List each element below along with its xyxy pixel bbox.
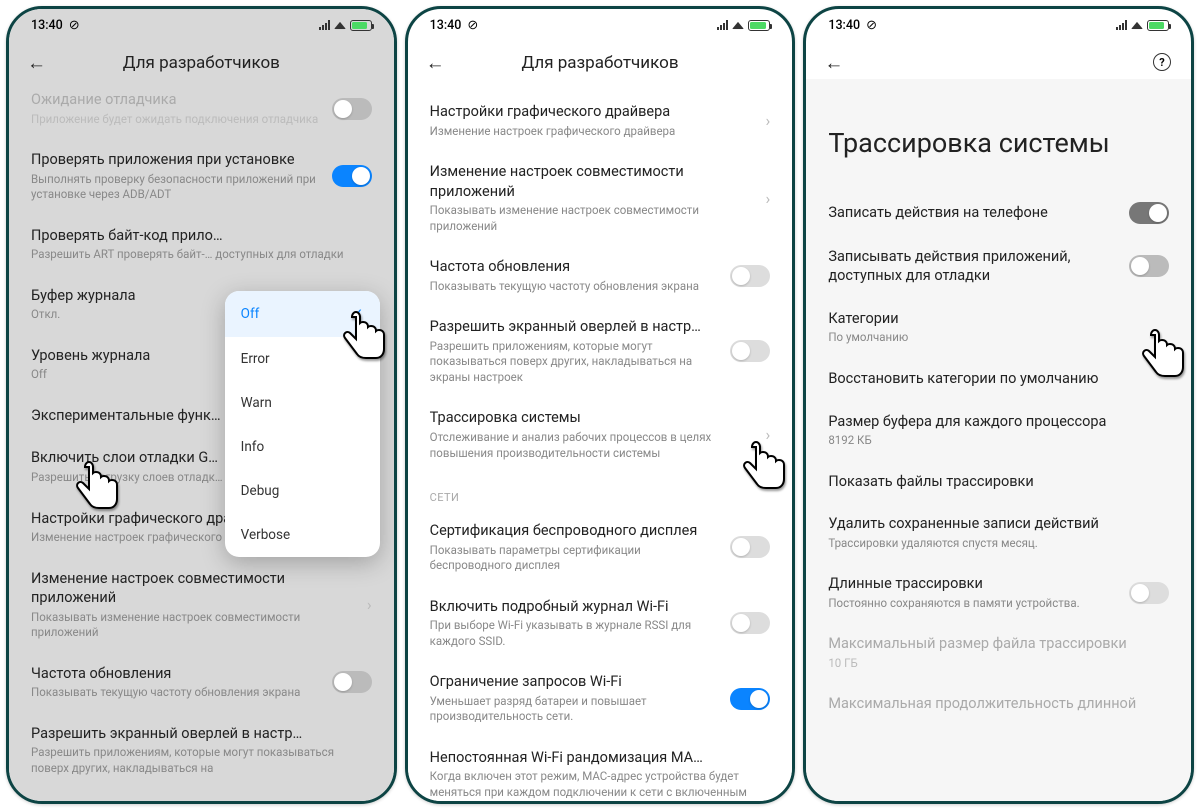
list-item[interactable]: Ожидание отладчика Приложение будет ожид… <box>9 91 394 139</box>
list-item[interactable]: Записывать действия приложений, доступны… <box>806 236 1191 298</box>
list-item[interactable]: Удалить сохраненные записи действий Трас… <box>806 503 1191 563</box>
header: ← Для разработчиков <box>9 41 394 91</box>
toggle[interactable] <box>332 165 372 187</box>
popup-option[interactable]: Warn <box>225 381 380 425</box>
list-item[interactable]: Ограничение запросов Wi-Fi Уменьшает раз… <box>408 661 793 737</box>
page-title: Трассировка системы <box>806 79 1191 191</box>
popup-option[interactable]: Verbose <box>225 513 380 557</box>
help-icon[interactable]: ? <box>1153 53 1171 71</box>
status-bar: 13:40 ⊘ <box>806 9 1191 41</box>
list-item[interactable]: Максимальный размер файла трассировки 10… <box>806 623 1191 683</box>
battery-icon <box>748 20 770 31</box>
list-item[interactable]: Показать файлы трассировки <box>806 461 1191 504</box>
list-item[interactable]: Разрешить экранный оверлей в настр… Разр… <box>408 306 793 397</box>
phone-2: 13:40 ⊘ ← Для разработчиков Настройки гр… <box>405 6 796 804</box>
list-item[interactable]: Категории По умолчанию <box>806 298 1191 358</box>
clock: 13:40 <box>828 18 860 33</box>
chevron-right-icon: › <box>766 425 771 444</box>
toggle[interactable] <box>1129 202 1169 224</box>
clock: 13:40 <box>31 18 63 33</box>
list-item[interactable]: Записать действия на телефоне <box>806 191 1191 236</box>
phone-1: 13:40 ⊘ ← Для разработчиков Ожидание отл… <box>6 6 397 804</box>
toggle[interactable] <box>730 536 770 558</box>
battery-icon <box>1147 20 1169 31</box>
wifi-icon <box>334 21 346 28</box>
section-label: СЕТИ <box>408 473 793 510</box>
signal-icon <box>319 20 330 30</box>
list-item[interactable]: Настройки графического драйвера Изменени… <box>408 91 793 151</box>
list-item[interactable]: Максимальная продолжительность длинной <box>806 683 1191 726</box>
clock: 13:40 <box>430 18 462 33</box>
phone-3: 13:40 ⊘ ← ? Трассировка системы Записать… <box>803 6 1194 804</box>
wifi-icon <box>1131 21 1143 28</box>
list-item-trace[interactable]: Трассировка системы Отслеживание и анали… <box>408 397 793 473</box>
chevron-right-icon: › <box>766 189 771 208</box>
toggle[interactable] <box>730 612 770 634</box>
popup-option[interactable]: Debug <box>225 469 380 513</box>
toggle[interactable] <box>332 98 372 120</box>
popup-option[interactable]: Info <box>225 425 380 469</box>
list-item[interactable]: Проверять приложения при установке Выпол… <box>9 139 394 215</box>
header: ← ? <box>806 41 1191 79</box>
list-item[interactable]: Частота обновления Показывать текущую ча… <box>408 246 793 306</box>
battery-icon <box>350 20 372 31</box>
signal-icon <box>717 20 728 30</box>
list-item[interactable]: Включить подробный журнал Wi-Fi При выбо… <box>408 586 793 662</box>
dnd-icon: ⊘ <box>866 18 877 33</box>
log-level-popup: Off ✓ Error Warn Info Debug Verbose <box>225 291 380 557</box>
header: ← Для разработчиков <box>408 41 793 91</box>
popup-option[interactable]: Error <box>225 337 380 381</box>
list-item[interactable]: Размер буфера для каждого процессора 819… <box>806 401 1191 461</box>
status-bar: 13:40 ⊘ <box>9 9 394 41</box>
header-title: Для разработчиков <box>462 53 739 73</box>
status-bar: 13:40 ⊘ <box>408 9 793 41</box>
signal-icon <box>1116 20 1127 30</box>
toggle[interactable] <box>730 688 770 710</box>
dnd-icon: ⊘ <box>69 18 80 33</box>
list-item[interactable]: Длинные трассировки Постоянно сохраняютс… <box>806 563 1191 623</box>
list-item[interactable]: Разрешить экранный оверлей в настр… Разр… <box>9 713 394 789</box>
back-button[interactable]: ← <box>426 51 448 75</box>
back-button[interactable]: ← <box>824 51 846 75</box>
back-button[interactable]: ← <box>27 51 49 75</box>
check-icon: ✓ <box>351 305 364 323</box>
list-item[interactable]: Частота обновления Показывать текущую ча… <box>9 653 394 713</box>
toggle[interactable] <box>730 265 770 287</box>
list-item[interactable]: Непостоянная Wi-Fi рандомизация MA… Когд… <box>408 737 793 801</box>
list-item[interactable]: Изменение настроек совместимости приложе… <box>408 151 793 246</box>
wifi-icon <box>732 21 744 28</box>
popup-option-off[interactable]: Off ✓ <box>225 291 380 337</box>
list-item[interactable]: Проверять байт-код прило… Разрешить ART … <box>9 215 394 275</box>
list-item[interactable]: Сертификация беспроводного дисплея Показ… <box>408 510 793 586</box>
toggle[interactable] <box>1129 255 1169 277</box>
list-item[interactable]: Изменение настроек совместимости приложе… <box>9 558 394 653</box>
chevron-right-icon: › <box>367 595 372 614</box>
list-item[interactable]: Восстановить категории по умолчанию <box>806 358 1191 401</box>
toggle[interactable] <box>1129 582 1169 604</box>
dnd-icon: ⊘ <box>467 18 478 33</box>
header-title: Для разработчиков <box>63 53 340 73</box>
toggle[interactable] <box>332 671 372 693</box>
chevron-right-icon: › <box>766 111 771 130</box>
toggle[interactable] <box>730 340 770 362</box>
